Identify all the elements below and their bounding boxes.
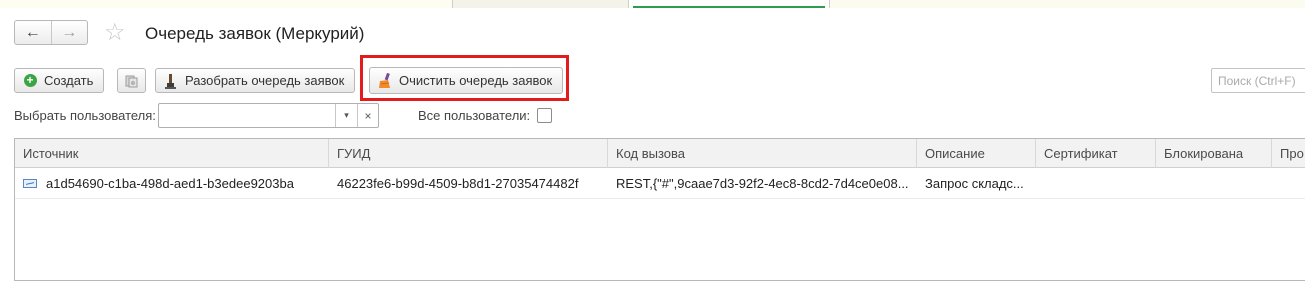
- favorite-star-icon[interactable]: ☆: [104, 19, 126, 47]
- parse-tool-icon: [165, 73, 176, 89]
- clear-queue-button[interactable]: Очистить очередь заявок: [369, 67, 563, 94]
- column-header-guid[interactable]: ГУИД: [329, 139, 608, 168]
- cell-guid: 46223fe6-b99d-4509-b8d1-27035474482f: [337, 176, 579, 191]
- user-select-field[interactable]: ▾ ×: [158, 103, 379, 128]
- column-header-source[interactable]: Источник: [15, 139, 329, 168]
- copy-button[interactable]: [117, 68, 146, 93]
- column-header-extra[interactable]: Про: [1272, 139, 1305, 168]
- window-tab[interactable]: [0, 0, 452, 8]
- column-header-description[interactable]: Описание: [917, 139, 1036, 168]
- copy-icon: [125, 75, 137, 87]
- window-tab[interactable]: [452, 0, 628, 8]
- back-button[interactable]: ←: [15, 21, 52, 44]
- window-tab-active[interactable]: [628, 0, 830, 8]
- cell-description: Запрос складс...: [925, 176, 1024, 191]
- column-header-certificate[interactable]: Сертификат: [1036, 139, 1156, 168]
- arrow-right-icon: →: [61, 23, 78, 41]
- cell-source: a1d54690-c1ba-498d-aed1-b3edee9203ba: [15, 169, 329, 199]
- cell-source-text: a1d54690-c1ba-498d-aed1-b3edee9203ba: [46, 176, 294, 191]
- cell-blocked: [1156, 169, 1272, 199]
- forward-button[interactable]: →: [52, 21, 88, 44]
- create-button[interactable]: + Создать: [14, 68, 104, 93]
- table-row[interactable]: a1d54690-c1ba-498d-aed1-b3edee9203ba 462…: [15, 169, 1305, 199]
- column-header-call-code[interactable]: Код вызова: [608, 139, 917, 168]
- queue-table: Источник ГУИД Код вызова Описание Сертиф…: [14, 138, 1305, 281]
- cell-extra: [1272, 169, 1305, 199]
- column-header-blocked[interactable]: Блокирована: [1156, 139, 1272, 168]
- create-button-label: Создать: [44, 73, 94, 88]
- arrow-left-icon: ←: [24, 23, 41, 41]
- cell-call-code: REST,{"#",9caae7d3-92f2-4ec8-8cd2-7d4ce0…: [616, 176, 909, 191]
- clear-field-button[interactable]: ×: [357, 104, 378, 127]
- close-icon: ×: [364, 108, 372, 123]
- broom-icon: [379, 72, 390, 88]
- select-user-label: Выбрать пользователя:: [14, 108, 156, 123]
- plus-circle-icon: +: [23, 74, 37, 87]
- all-users-checkbox[interactable]: [537, 108, 552, 123]
- clear-queue-button-label: Очистить очередь заявок: [399, 73, 553, 88]
- table-header: Источник ГУИД Код вызова Описание Сертиф…: [15, 139, 1305, 168]
- record-icon: [23, 179, 37, 189]
- window-tab-strip: [0, 0, 1305, 8]
- page-title: Очередь заявок (Меркурий): [145, 24, 365, 43]
- search-input[interactable]: [1211, 68, 1305, 93]
- dropdown-button[interactable]: ▾: [335, 104, 357, 127]
- navigation-group: ← →: [14, 20, 88, 45]
- all-users-label: Все пользователи:: [418, 108, 531, 123]
- chevron-down-icon: ▾: [344, 110, 349, 120]
- window-tab-strip-filler: [830, 0, 1305, 8]
- parse-queue-button-label: Разобрать очередь заявок: [185, 73, 345, 88]
- cell-certificate: [1036, 169, 1156, 199]
- user-select-value[interactable]: [159, 104, 335, 127]
- parse-queue-button[interactable]: Разобрать очередь заявок: [155, 68, 355, 93]
